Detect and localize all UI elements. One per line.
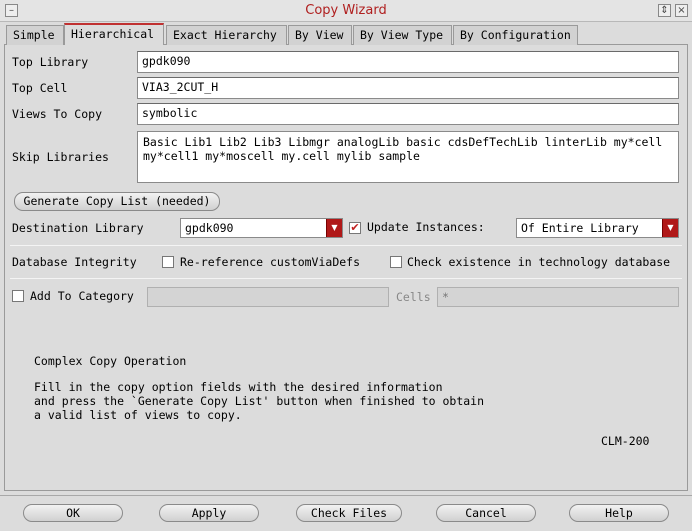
- skip-libraries-field[interactable]: Basic Lib1 Lib2 Lib3 Libmgr analogLib ba…: [137, 131, 679, 183]
- tab-simple[interactable]: Simple: [6, 25, 64, 45]
- cancel-button[interactable]: Cancel: [436, 504, 536, 522]
- update-instances-checkbox[interactable]: ✔: [349, 222, 361, 234]
- add-to-category-field[interactable]: [147, 287, 389, 307]
- add-to-category-checkbox[interactable]: [12, 290, 24, 302]
- generate-copy-list-button[interactable]: Generate Copy List (needed): [14, 192, 220, 211]
- window-title: Copy Wizard: [305, 3, 387, 18]
- tab-exact-hierarchy[interactable]: Exact Hierarchy: [166, 25, 287, 45]
- skip-libraries-label: Skip Libraries: [12, 150, 109, 164]
- help-button[interactable]: Help: [569, 504, 669, 522]
- add-to-category-label: Add To Category: [30, 289, 134, 303]
- maximize-icon[interactable]: ⇕: [658, 4, 671, 17]
- chevron-down-icon[interactable]: ▼: [326, 219, 342, 237]
- message-heading: Complex Copy Operation: [34, 354, 187, 368]
- close-icon[interactable]: ×: [675, 4, 688, 17]
- tab-hierarchical[interactable]: Hierarchical: [64, 23, 164, 45]
- rereference-label: Re-reference customViaDefs: [180, 255, 361, 269]
- footer-separator: [0, 495, 692, 496]
- check-existence-checkbox[interactable]: [390, 256, 402, 268]
- tab-by-view[interactable]: By View: [288, 25, 352, 45]
- message-body: Fill in the copy option fields with the …: [34, 380, 485, 422]
- ok-button[interactable]: OK: [23, 504, 123, 522]
- views-to-copy-field[interactable]: symbolic: [137, 103, 679, 125]
- top-cell-label: Top Cell: [12, 81, 68, 95]
- update-instances-value: Of Entire Library: [521, 221, 639, 235]
- cells-field[interactable]: *: [437, 287, 679, 307]
- update-instances-label: Update Instances:: [367, 220, 485, 234]
- tab-by-view-type[interactable]: By View Type: [353, 25, 452, 45]
- separator: [10, 245, 682, 246]
- top-library-label: Top Library: [12, 55, 89, 69]
- apply-button[interactable]: Apply: [159, 504, 259, 522]
- rereference-checkbox[interactable]: [162, 256, 174, 268]
- database-integrity-label: Database Integrity: [12, 255, 137, 269]
- message-code: CLM-200: [601, 434, 650, 448]
- destination-library-value: gpdk090: [185, 221, 234, 235]
- check-files-button[interactable]: Check Files: [296, 504, 402, 522]
- chevron-down-icon[interactable]: ▼: [662, 219, 678, 237]
- tab-by-configuration[interactable]: By Configuration: [453, 25, 578, 45]
- separator: [10, 278, 682, 279]
- update-instances-combo[interactable]: Of Entire Library: [516, 218, 679, 238]
- destination-library-label: Destination Library: [12, 221, 144, 235]
- check-existence-label: Check existence in technology database: [407, 255, 671, 269]
- top-cell-field[interactable]: VIA3_2CUT_H: [137, 77, 679, 99]
- views-to-copy-label: Views To Copy: [12, 107, 103, 121]
- cells-label: Cells: [396, 290, 431, 304]
- destination-library-combo[interactable]: gpdk090: [180, 218, 343, 238]
- top-library-field[interactable]: gpdk090: [137, 51, 679, 73]
